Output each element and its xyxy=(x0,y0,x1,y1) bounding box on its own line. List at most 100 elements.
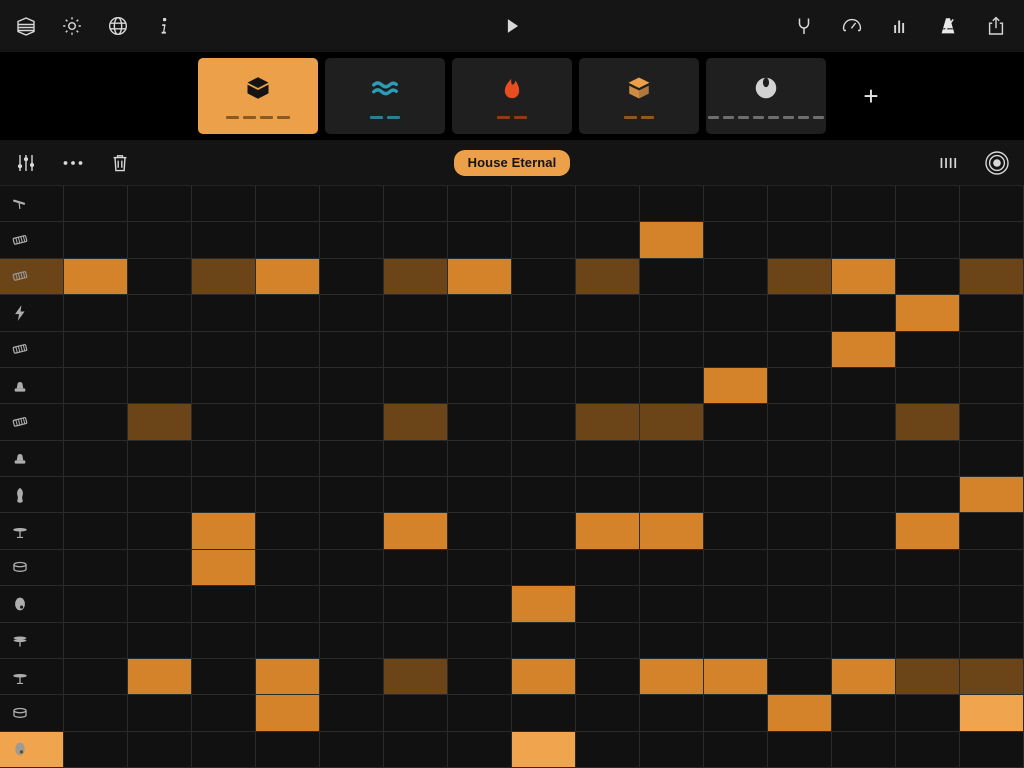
step-cell[interactable] xyxy=(896,332,960,368)
step-cell[interactable] xyxy=(512,368,576,404)
step-cell[interactable] xyxy=(768,404,832,440)
step-cell[interactable] xyxy=(448,404,512,440)
step-cell[interactable] xyxy=(512,259,576,295)
step-cell[interactable] xyxy=(832,368,896,404)
step-cell[interactable] xyxy=(128,186,192,222)
step-cell[interactable] xyxy=(64,332,128,368)
step-cell[interactable] xyxy=(256,222,320,258)
step-cell[interactable] xyxy=(256,477,320,513)
step-cell[interactable] xyxy=(384,404,448,440)
step-cell[interactable] xyxy=(320,295,384,331)
step-cell[interactable] xyxy=(64,732,128,768)
step-cell[interactable] xyxy=(64,441,128,477)
step-cell[interactable] xyxy=(384,295,448,331)
step-cell[interactable] xyxy=(256,404,320,440)
step-cell[interactable] xyxy=(384,732,448,768)
step-cell[interactable] xyxy=(192,332,256,368)
step-cell[interactable] xyxy=(64,186,128,222)
step-cell[interactable] xyxy=(64,695,128,731)
lane-header-12[interactable] xyxy=(0,586,64,622)
step-cell[interactable] xyxy=(896,695,960,731)
step-cell[interactable] xyxy=(640,659,704,695)
step-cell[interactable] xyxy=(768,659,832,695)
step-cell[interactable] xyxy=(576,186,640,222)
step-cell[interactable] xyxy=(512,441,576,477)
step-cell[interactable] xyxy=(960,659,1024,695)
step-cell[interactable] xyxy=(192,623,256,659)
step-cell[interactable] xyxy=(960,441,1024,477)
step-cell[interactable] xyxy=(704,295,768,331)
step-cell[interactable] xyxy=(768,732,832,768)
step-cell[interactable] xyxy=(832,695,896,731)
lane-header-14[interactable] xyxy=(0,659,64,695)
step-cell[interactable] xyxy=(960,295,1024,331)
lane-header-13[interactable] xyxy=(0,623,64,659)
lane-header-8[interactable] xyxy=(0,441,64,477)
step-cell[interactable] xyxy=(704,586,768,622)
step-cell[interactable] xyxy=(640,477,704,513)
step-cell[interactable] xyxy=(704,259,768,295)
lane-header-11[interactable] xyxy=(0,550,64,586)
step-cell[interactable] xyxy=(512,586,576,622)
step-cell[interactable] xyxy=(768,695,832,731)
step-cell[interactable] xyxy=(768,332,832,368)
step-cell[interactable] xyxy=(640,586,704,622)
lane-header-1[interactable] xyxy=(0,186,64,222)
step-cell[interactable] xyxy=(128,732,192,768)
step-cell[interactable] xyxy=(768,441,832,477)
step-cell[interactable] xyxy=(640,186,704,222)
step-cell[interactable] xyxy=(128,586,192,622)
step-cell[interactable] xyxy=(960,222,1024,258)
step-cell[interactable] xyxy=(512,332,576,368)
step-cell[interactable] xyxy=(128,295,192,331)
step-cell[interactable] xyxy=(448,586,512,622)
step-cell[interactable] xyxy=(64,550,128,586)
step-cell[interactable] xyxy=(960,259,1024,295)
step-cell[interactable] xyxy=(704,477,768,513)
step-cell[interactable] xyxy=(576,732,640,768)
step-cell[interactable] xyxy=(704,404,768,440)
step-cell[interactable] xyxy=(960,477,1024,513)
step-cell[interactable] xyxy=(896,586,960,622)
lane-header-7[interactable] xyxy=(0,404,64,440)
step-cell[interactable] xyxy=(512,659,576,695)
step-cell[interactable] xyxy=(192,441,256,477)
step-cell[interactable] xyxy=(832,550,896,586)
step-cell[interactable] xyxy=(704,659,768,695)
play-button-icon[interactable] xyxy=(501,15,523,37)
step-cell[interactable] xyxy=(320,368,384,404)
share-export-icon[interactable] xyxy=(984,14,1008,38)
step-cell[interactable] xyxy=(640,550,704,586)
track-tile-2[interactable] xyxy=(325,58,445,134)
step-cell[interactable] xyxy=(576,695,640,731)
step-cell[interactable] xyxy=(256,623,320,659)
step-cell[interactable] xyxy=(384,186,448,222)
step-cell[interactable] xyxy=(384,441,448,477)
step-cell[interactable] xyxy=(192,659,256,695)
lane-header-5[interactable] xyxy=(0,332,64,368)
step-cell[interactable] xyxy=(320,441,384,477)
step-cell[interactable] xyxy=(576,259,640,295)
step-cell[interactable] xyxy=(960,732,1024,768)
step-cell[interactable] xyxy=(960,513,1024,549)
step-cell[interactable] xyxy=(512,623,576,659)
step-cell[interactable] xyxy=(64,295,128,331)
step-cell[interactable] xyxy=(256,659,320,695)
step-cell[interactable] xyxy=(448,477,512,513)
step-cell[interactable] xyxy=(192,259,256,295)
step-cell[interactable] xyxy=(384,259,448,295)
step-cell[interactable] xyxy=(512,477,576,513)
step-cell[interactable] xyxy=(384,222,448,258)
step-cell[interactable] xyxy=(320,732,384,768)
step-cell[interactable] xyxy=(448,695,512,731)
step-cell[interactable] xyxy=(576,477,640,513)
step-cell[interactable] xyxy=(192,295,256,331)
step-cell[interactable] xyxy=(832,623,896,659)
step-cell[interactable] xyxy=(512,550,576,586)
tuning-fork-icon[interactable] xyxy=(792,14,816,38)
step-cell[interactable] xyxy=(704,368,768,404)
step-cell[interactable] xyxy=(192,550,256,586)
step-cell[interactable] xyxy=(832,513,896,549)
step-cell[interactable] xyxy=(320,550,384,586)
step-cell[interactable] xyxy=(704,623,768,659)
